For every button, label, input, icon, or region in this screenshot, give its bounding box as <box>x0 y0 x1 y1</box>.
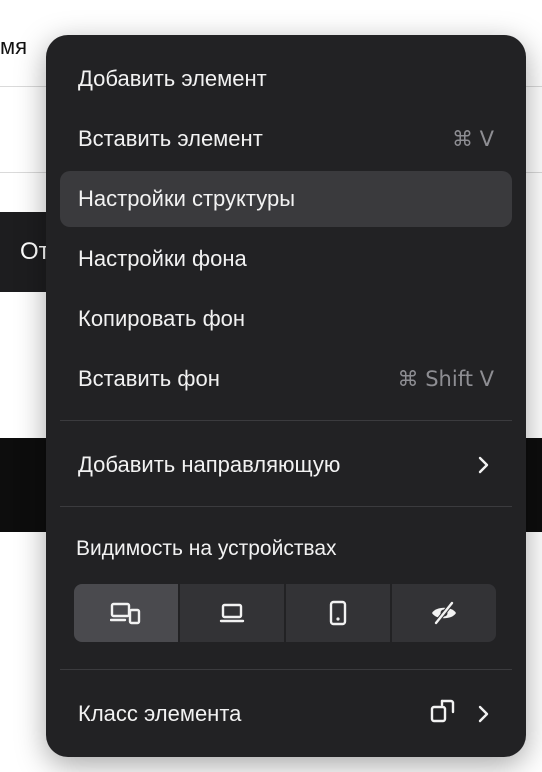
menu-item-copy-background[interactable]: Копировать фон <box>60 291 512 347</box>
menu-item-element-class[interactable]: Класс элемента <box>60 686 512 742</box>
phone-icon <box>328 600 348 626</box>
menu-item-background-settings[interactable]: Настройки фона <box>60 231 512 287</box>
laptop-icon <box>218 601 246 625</box>
device-option-desktop[interactable] <box>180 584 284 642</box>
device-visibility-toggle <box>74 584 496 642</box>
device-option-hidden[interactable] <box>392 584 496 642</box>
menu-item-add-element[interactable]: Добавить элемент <box>60 51 512 107</box>
shortcut-label: ⌘ V <box>451 127 494 151</box>
menu-item-structure-settings[interactable]: Настройки структуры <box>60 171 512 227</box>
menu-item-label: Настройки структуры <box>78 186 296 211</box>
menu-item-label: Добавить направляющую <box>78 452 341 477</box>
page: мя От Добавить элемент Вставить элемент … <box>0 0 542 772</box>
visibility-section-title: Видимость на устройствах <box>76 537 337 560</box>
copy-shapes-icon <box>430 698 456 730</box>
chevron-right-icon <box>472 454 494 476</box>
menu-item-label: Настройки фона <box>78 246 247 271</box>
device-option-all[interactable] <box>74 584 178 642</box>
menu-separator <box>60 669 512 670</box>
menu-item-label: Копировать фон <box>78 306 246 331</box>
menu-item-paste-element[interactable]: Вставить элемент ⌘ V <box>60 111 512 167</box>
eye-slash-icon <box>429 600 459 626</box>
chevron-right-icon <box>472 703 494 725</box>
menu-item-paste-background[interactable]: Вставить фон ⌘ Shift V <box>60 351 512 407</box>
menu-item-label: Добавить элемент <box>78 66 267 91</box>
menu-item-label: Класс элемента <box>78 701 242 726</box>
all-devices-icon <box>110 601 142 625</box>
menu-item-label: Вставить элемент <box>78 126 263 151</box>
field-label-fragment: мя <box>0 34 28 59</box>
menu-separator <box>60 506 512 507</box>
menu-item-add-guide[interactable]: Добавить направляющую <box>60 437 512 493</box>
menu-separator <box>60 420 512 421</box>
context-menu: Добавить элемент Вставить элемент ⌘ V На… <box>46 35 526 757</box>
menu-item-trailing <box>430 698 494 730</box>
menu-item-label: Вставить фон <box>78 366 220 391</box>
shortcut-label: ⌘ Shift V <box>397 367 494 391</box>
device-option-mobile[interactable] <box>286 584 390 642</box>
